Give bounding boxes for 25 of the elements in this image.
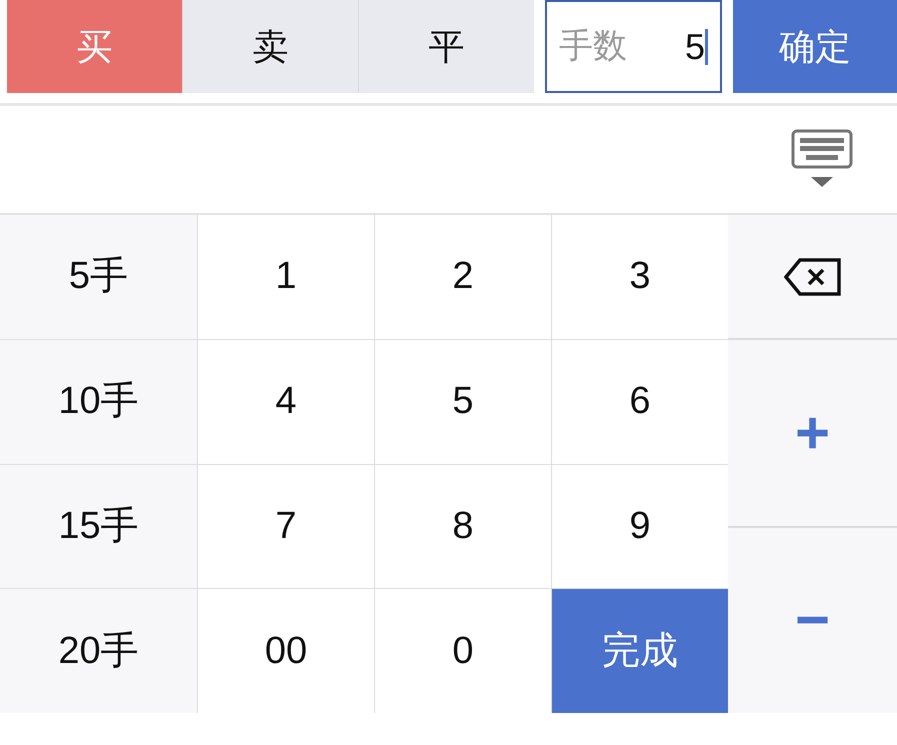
increment-key[interactable]: + bbox=[728, 340, 897, 528]
key[interactable]: 15手 bbox=[0, 464, 197, 588]
key[interactable]: 6 bbox=[552, 340, 728, 464]
field-value: 5 bbox=[684, 28, 708, 64]
field-label: 手数 bbox=[559, 26, 627, 67]
backspace-icon bbox=[784, 256, 842, 296]
key[interactable]: 3 bbox=[552, 215, 728, 339]
key[interactable]: 7 bbox=[198, 464, 374, 588]
key[interactable]: 完成 bbox=[552, 589, 728, 713]
tab[interactable]: 平 bbox=[358, 0, 534, 93]
key[interactable]: 1 bbox=[198, 215, 374, 339]
decrement-key[interactable]: − bbox=[728, 528, 897, 713]
confirm-button[interactable]: 确定 bbox=[733, 0, 897, 93]
key[interactable]: 20手 bbox=[0, 589, 197, 713]
key[interactable]: 0 bbox=[375, 589, 551, 713]
key[interactable]: 5手 bbox=[0, 215, 197, 339]
key[interactable]: 8 bbox=[375, 464, 551, 588]
key[interactable]: 5 bbox=[375, 340, 551, 464]
key[interactable]: 9 bbox=[552, 464, 728, 588]
key[interactable]: 2 bbox=[375, 215, 551, 339]
key[interactable]: 00 bbox=[198, 589, 374, 713]
tab[interactable]: 卖 bbox=[182, 0, 358, 93]
quantity-field[interactable]: 手数 5 bbox=[545, 0, 722, 93]
key[interactable]: 4 bbox=[198, 340, 374, 464]
key[interactable]: 10手 bbox=[0, 340, 197, 464]
